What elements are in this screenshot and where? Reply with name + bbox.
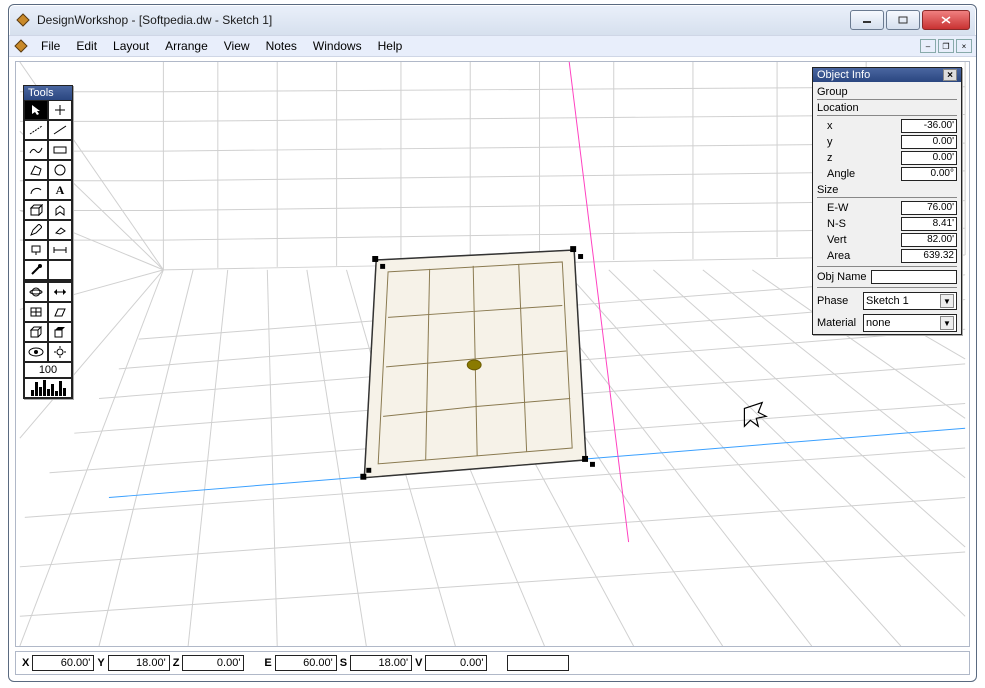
- tool-eye[interactable]: [24, 342, 48, 362]
- status-y-label: Y: [97, 657, 104, 669]
- status-s-label: S: [340, 657, 347, 669]
- menu-arrange[interactable]: Arrange: [157, 37, 216, 55]
- loc-x-value[interactable]: -36.00': [901, 119, 957, 133]
- tool-text[interactable]: A: [48, 180, 72, 200]
- cursor-3d: [744, 403, 766, 427]
- object-info-panel[interactable]: Object Info × Group Location x-36.00' y0…: [812, 67, 962, 335]
- size-label: Size: [817, 184, 957, 198]
- size-ns-value[interactable]: 8.41': [901, 217, 957, 231]
- tool-crosshair[interactable]: [48, 100, 72, 120]
- size-ns-label: N-S: [817, 218, 901, 230]
- application-window: DesignWorkshop - [Softpedia.dw - Sketch …: [8, 4, 977, 682]
- tool-selection[interactable]: [24, 100, 48, 120]
- object-info-title: Object Info: [817, 69, 870, 81]
- loc-y-value[interactable]: 0.00': [901, 135, 957, 149]
- menu-windows[interactable]: Windows: [305, 37, 370, 55]
- tool-freehand[interactable]: [24, 140, 48, 160]
- tool-line[interactable]: [48, 120, 72, 140]
- menu-view[interactable]: View: [216, 37, 258, 55]
- loc-y-label: y: [817, 136, 901, 148]
- loc-z-value[interactable]: 0.00': [901, 151, 957, 165]
- group-label: Group: [817, 86, 957, 100]
- tool-eyedropper[interactable]: [24, 260, 48, 280]
- objname-value[interactable]: [871, 270, 957, 284]
- status-blank: [507, 655, 569, 671]
- tool-cube-wire[interactable]: [24, 322, 48, 342]
- material-label: Material: [817, 317, 863, 329]
- tools-panel[interactable]: Tools A: [23, 85, 73, 399]
- menu-help[interactable]: Help: [370, 37, 411, 55]
- location-label: Location: [817, 102, 957, 116]
- size-area-label: Area: [817, 250, 901, 262]
- objname-label: Obj Name: [817, 271, 867, 283]
- tool-paint[interactable]: [24, 240, 48, 260]
- phase-label: Phase: [817, 295, 863, 307]
- menu-file[interactable]: File: [33, 37, 68, 55]
- menu-notes[interactable]: Notes: [258, 37, 305, 55]
- size-area-value[interactable]: 639.32: [901, 249, 957, 263]
- chevron-down-icon: ▼: [940, 294, 954, 308]
- mdi-minimize-button[interactable]: ‒: [920, 39, 936, 53]
- zoom-value[interactable]: 100: [24, 362, 72, 378]
- object-info-close-button[interactable]: ×: [943, 69, 957, 81]
- status-y-value[interactable]: 18.00': [108, 655, 170, 671]
- status-x-label: X: [22, 657, 29, 669]
- window-title: DesignWorkshop - [Softpedia.dw - Sketch …: [37, 13, 848, 27]
- mdi-restore-button[interactable]: ❐: [938, 39, 954, 53]
- tool-box[interactable]: [24, 200, 48, 220]
- tool-orbit[interactable]: [24, 282, 48, 302]
- tool-cube-solid[interactable]: [48, 322, 72, 342]
- minimize-button[interactable]: [850, 10, 884, 30]
- mdi-close-button[interactable]: ×: [956, 39, 972, 53]
- size-ew-value[interactable]: 76.00': [901, 201, 957, 215]
- size-vert-value[interactable]: 82.00': [901, 233, 957, 247]
- tool-measure[interactable]: [48, 240, 72, 260]
- selected-object: [364, 250, 586, 478]
- size-vert-label: Vert: [817, 234, 901, 246]
- tool-circle[interactable]: [48, 160, 72, 180]
- loc-angle-label: Angle: [817, 168, 901, 180]
- tool-rectangle[interactable]: [48, 140, 72, 160]
- menubar: File Edit Layout Arrange View Notes Wind…: [9, 35, 976, 57]
- tool-eraser[interactable]: [48, 220, 72, 240]
- statusbar: X 60.00' Y 18.00' Z 0.00' E 60.00' S 18.…: [15, 651, 970, 675]
- status-z-value[interactable]: 0.00': [182, 655, 244, 671]
- tool-skyline[interactable]: [24, 378, 72, 398]
- tool-polygon[interactable]: [24, 160, 48, 180]
- status-e-label: E: [264, 657, 271, 669]
- document-icon: [13, 38, 29, 54]
- status-s-value[interactable]: 18.00': [350, 655, 412, 671]
- maximize-button[interactable]: [886, 10, 920, 30]
- loc-angle-value[interactable]: 0.00°: [901, 167, 957, 181]
- tool-line-dashed[interactable]: [24, 120, 48, 140]
- loc-z-label: z: [817, 152, 901, 164]
- status-e-value[interactable]: 60.00': [275, 655, 337, 671]
- status-v-value[interactable]: 0.00': [425, 655, 487, 671]
- phase-select[interactable]: Sketch 1▼: [863, 292, 957, 310]
- titlebar[interactable]: DesignWorkshop - [Softpedia.dw - Sketch …: [9, 5, 976, 35]
- tool-sun[interactable]: [48, 342, 72, 362]
- chevron-down-icon: ▼: [940, 316, 954, 330]
- tool-extrude[interactable]: [48, 200, 72, 220]
- material-select[interactable]: none▼: [863, 314, 957, 332]
- status-x-value[interactable]: 60.00': [32, 655, 94, 671]
- size-ew-label: E-W: [817, 202, 901, 214]
- tools-title: Tools: [24, 86, 72, 100]
- tool-pencil[interactable]: [24, 220, 48, 240]
- menu-edit[interactable]: Edit: [68, 37, 105, 55]
- tool-blank[interactable]: [48, 260, 72, 280]
- menu-layout[interactable]: Layout: [105, 37, 157, 55]
- tool-arc[interactable]: [24, 180, 48, 200]
- tool-view-top[interactable]: [24, 302, 48, 322]
- loc-x-label: x: [817, 120, 901, 132]
- tool-view-persp[interactable]: [48, 302, 72, 322]
- app-icon: [15, 12, 31, 28]
- status-z-label: Z: [173, 657, 180, 669]
- close-button[interactable]: [922, 10, 970, 30]
- tool-pan[interactable]: [48, 282, 72, 302]
- status-v-label: V: [415, 657, 422, 669]
